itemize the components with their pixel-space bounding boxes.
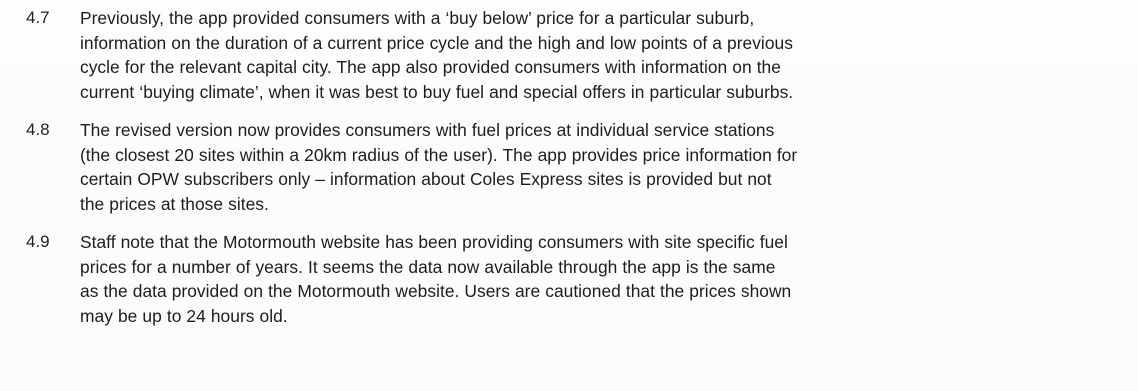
- paragraph-line: cycle for the relevant capital city. The…: [80, 57, 781, 77]
- paragraph-line: information on the duration of a current…: [80, 32, 793, 53]
- paragraph-line: the prices at those sites.: [80, 193, 269, 214]
- paragraph-number: 4.9: [26, 232, 50, 251]
- paragraph-4-8: 4.8 The revised version now provides con…: [26, 118, 1126, 216]
- paragraph-line: (the closest 20 sites within a 20km radi…: [80, 144, 798, 165]
- paragraph-line: Staff note that the Motormouth website h…: [80, 232, 788, 252]
- paragraph-text: The revised version now provides consume…: [80, 118, 1120, 216]
- paragraph-4-7: 4.7 Previously, the app provided consume…: [26, 6, 1126, 104]
- document-page: 4.7 Previously, the app provided consume…: [0, 0, 1138, 391]
- paragraph-line: current ‘buying climate’, when it was be…: [80, 81, 794, 102]
- paragraph-line: as the data provided on the Motormouth w…: [80, 281, 792, 301]
- paragraph-line: prices for a number of years. It seems t…: [80, 256, 776, 277]
- paragraph-line: may be up to 24 hours old.: [80, 305, 288, 326]
- paragraph-line: certain OPW subscribers only – informati…: [80, 169, 772, 189]
- paragraph-number: 4.8: [26, 120, 50, 139]
- paragraph-number: 4.7: [26, 8, 50, 27]
- paragraph-text: Previously, the app provided consumers w…: [80, 6, 1120, 104]
- paragraph-text: Staff note that the Motormouth website h…: [80, 230, 1120, 328]
- paragraph-line: Previously, the app provided consumers w…: [80, 8, 755, 28]
- paragraph-line: The revised version now provides consume…: [80, 120, 775, 140]
- paragraph-4-9: 4.9 Staff note that the Motormouth websi…: [26, 230, 1126, 328]
